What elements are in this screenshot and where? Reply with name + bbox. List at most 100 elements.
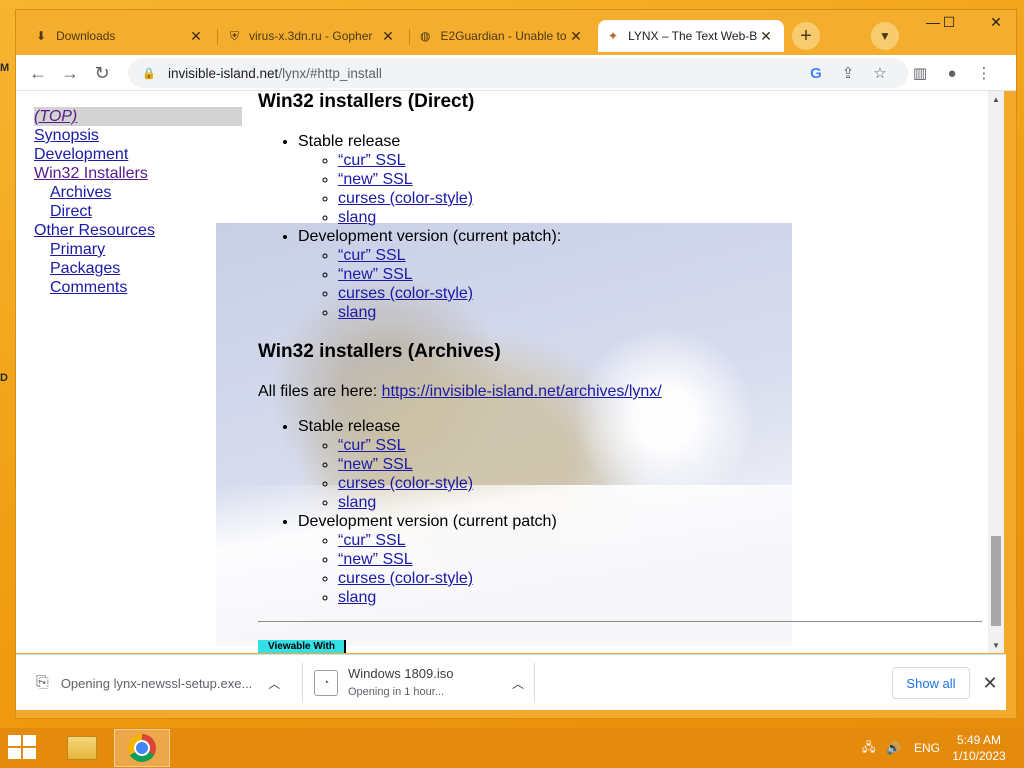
download-filename: Windows 1809.iso <box>348 666 454 681</box>
tab-virus-x[interactable]: ⛨ virus-x.3dn.ru - Gopher ✕ <box>220 20 406 52</box>
tab-search-button[interactable]: ▼ <box>871 22 899 50</box>
desktop-icon-label[interactable]: D <box>0 372 8 384</box>
link-cur-ssl[interactable]: “cur” SSL <box>338 532 406 549</box>
nav-link-top[interactable]: (TOP) <box>34 107 242 126</box>
reload-button[interactable]: ↻ <box>88 59 116 87</box>
folder-icon <box>67 736 97 760</box>
download-status: Opening in 1 hour... <box>348 686 445 698</box>
new-tab-button[interactable]: + <box>792 22 820 50</box>
tab-strip: ⬇ Downloads ✕ ⛨ virus-x.3dn.ru - Gopher … <box>16 10 1016 55</box>
list-item: Development version (current patch): “cu… <box>298 227 978 322</box>
link-cur-ssl[interactable]: “cur” SSL <box>338 247 406 264</box>
dev-label: Development version (current patch) <box>298 513 557 530</box>
download-item[interactable]: ⎘ Opening lynx-newssl-setup.exe... ︿ <box>36 655 296 711</box>
side-panel-icon[interactable]: ▥ <box>906 59 934 87</box>
nav-link-other[interactable]: Other Resources <box>34 221 242 240</box>
nav-link-development[interactable]: Development <box>34 145 242 164</box>
chrome-taskbar-button[interactable] <box>114 729 170 767</box>
language-indicator[interactable]: ENG <box>914 728 940 768</box>
archives-list: Stable release “cur” SSL “new” SSL curse… <box>258 417 978 607</box>
link-new-ssl[interactable]: “new” SSL <box>338 551 413 568</box>
menu-kebab-icon[interactable]: ⋮ <box>970 59 998 87</box>
nav-link-comments[interactable]: Comments <box>34 278 242 297</box>
link-new-ssl[interactable]: “new” SSL <box>338 266 413 283</box>
file-explorer-taskbar-button[interactable] <box>54 729 110 767</box>
link-slang[interactable]: slang <box>338 304 376 321</box>
scroll-up-arrow-icon[interactable]: ▲ <box>988 91 1004 107</box>
forward-button[interactable]: → <box>56 59 84 87</box>
page-scrollbar[interactable]: ▲ ▼ <box>988 91 1004 653</box>
lynx-cat-icon: ✦ <box>608 29 619 43</box>
tab-lynx[interactable]: ✦ LYNX – The Text Web-B ✕ <box>598 20 784 52</box>
nav-link-packages[interactable]: Packages <box>34 259 242 278</box>
browser-toolbar: ← → ↻ 🔒 invisible-island.net/lynx/#http_… <box>16 55 1016 91</box>
nav-link-win32[interactable]: Win32 Installers <box>34 164 242 183</box>
link-cur-ssl[interactable]: “cur” SSL <box>338 437 406 454</box>
direct-heading: Win32 installers (Direct) <box>258 91 475 112</box>
stable-label: Stable release <box>298 418 401 435</box>
archives-url-link[interactable]: https://invisible-island.net/archives/ly… <box>382 383 662 400</box>
scroll-down-arrow-icon[interactable]: ▼ <box>988 637 1004 653</box>
link-slang[interactable]: slang <box>338 494 376 511</box>
link-new-ssl[interactable]: “new” SSL <box>338 456 413 473</box>
download-filename: Opening lynx-newssl-setup.exe... <box>60 675 253 691</box>
link-cur-ssl[interactable]: “cur” SSL <box>338 152 406 169</box>
close-icon[interactable]: ✕ <box>568 28 584 45</box>
link-curses[interactable]: curses (color-style) <box>338 285 473 302</box>
close-icon[interactable]: ✕ <box>978 669 1002 697</box>
link-curses[interactable]: curses (color-style) <box>338 190 473 207</box>
tab-title: E2Guardian - Unable to <box>440 29 567 43</box>
desktop-icon-label[interactable]: M <box>0 62 9 74</box>
address-bar[interactable]: 🔒 invisible-island.net/lynx/#http_instal… <box>128 58 908 88</box>
tab-title: virus-x.3dn.ru - Gopher <box>249 29 373 43</box>
show-all-button[interactable]: Show all <box>892 667 970 699</box>
profile-avatar-icon[interactable]: ● <box>938 59 966 87</box>
network-icon[interactable]: 🖧 <box>862 728 875 768</box>
viewable-with-badge[interactable]: Viewable With <box>258 640 346 653</box>
link-slang[interactable]: slang <box>338 589 376 606</box>
maximize-button[interactable]: ☐ <box>934 10 964 34</box>
shield-icon: ⛨ <box>230 28 240 43</box>
tab-e2guardian[interactable]: ◍ E2Guardian - Unable to ✕ <box>410 20 594 52</box>
page-main: Win32 installers (Direct) Stable release… <box>258 91 978 607</box>
share-icon[interactable]: ⇪ <box>834 59 862 87</box>
clock-time: 5:49 AM <box>956 733 1002 747</box>
link-slang[interactable]: slang <box>338 209 376 226</box>
chevron-up-icon[interactable]: ︿ <box>512 675 524 692</box>
archives-intro-text: All files are here: <box>258 383 382 400</box>
system-clock[interactable]: 5:49 AM 1/10/2023 <box>946 732 1012 764</box>
volume-icon[interactable]: 🔊 <box>886 728 901 768</box>
chevron-up-icon[interactable]: ︿ <box>268 675 280 692</box>
nav-link-synopsis[interactable]: Synopsis <box>34 126 242 145</box>
tab-divider <box>217 29 218 45</box>
tab-downloads[interactable]: ⬇ Downloads ✕ <box>26 20 214 52</box>
download-icon: ⬇ <box>36 29 47 43</box>
globe-icon: ◍ <box>420 29 431 43</box>
link-new-ssl[interactable]: “new” SSL <box>338 171 413 188</box>
url-path: /lynx/#http_install <box>278 65 382 81</box>
back-button[interactable]: ← <box>24 59 52 87</box>
link-curses[interactable]: curses (color-style) <box>338 475 473 492</box>
nav-link-primary[interactable]: Primary <box>34 240 242 259</box>
close-icon[interactable]: ✕ <box>188 28 204 45</box>
close-icon[interactable]: ✕ <box>758 28 774 45</box>
url-host: invisible-island.net <box>168 65 279 81</box>
link-curses[interactable]: curses (color-style) <box>338 570 473 587</box>
scrollbar-thumb[interactable] <box>991 536 1001 626</box>
lock-icon[interactable]: 🔒 <box>142 67 156 80</box>
list-item: Development version (current patch) “cur… <box>298 512 978 607</box>
google-lens-icon[interactable]: G <box>802 59 830 87</box>
chrome-icon <box>128 734 156 762</box>
archives-heading: Win32 installers (Archives) <box>258 341 501 362</box>
divider <box>534 663 535 703</box>
window-close-button[interactable]: ✕ <box>976 10 1016 34</box>
nav-link-direct[interactable]: Direct <box>34 202 242 221</box>
nav-link-archives[interactable]: Archives <box>34 183 242 202</box>
page-viewport: (TOP) Synopsis Development Win32 Install… <box>16 91 988 653</box>
start-button[interactable] <box>8 735 38 761</box>
tab-title: Downloads <box>56 29 116 43</box>
download-item[interactable]: ◔ Windows 1809.iso Opening in 1 hour... … <box>314 655 524 711</box>
clock-date: 1/10/2023 <box>952 749 1006 763</box>
close-icon[interactable]: ✕ <box>380 28 396 45</box>
bookmark-star-icon[interactable]: ☆ <box>866 59 894 87</box>
